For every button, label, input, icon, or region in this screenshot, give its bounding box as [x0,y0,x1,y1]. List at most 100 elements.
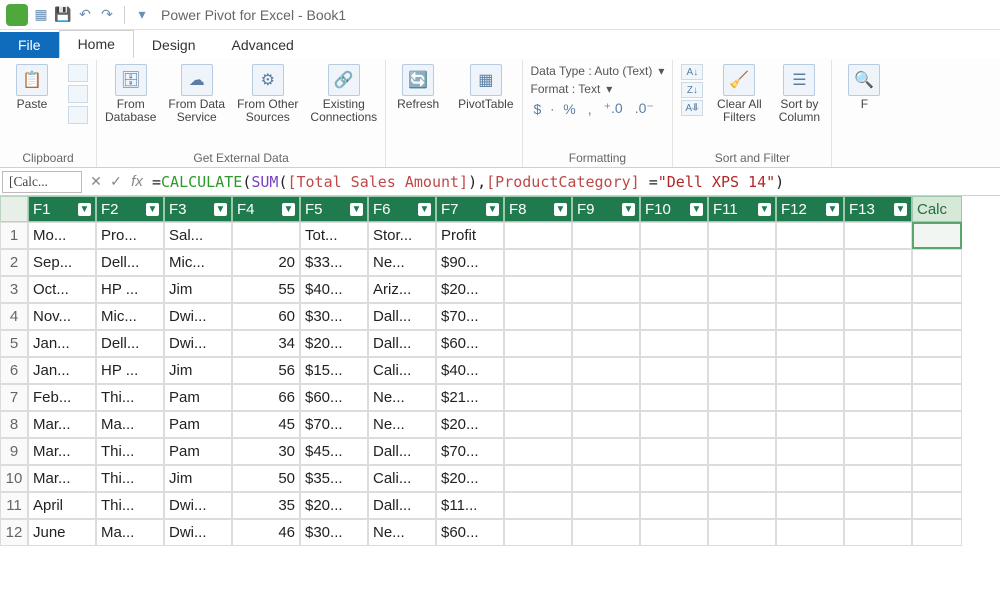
cell[interactable]: Ariz... [368,276,436,303]
cell[interactable] [708,438,776,465]
column-header[interactable]: F6▼ [368,196,436,222]
qat-customize-icon[interactable]: ▾ [133,6,151,24]
cell[interactable]: $11... [436,492,504,519]
cell[interactable] [844,276,912,303]
cell[interactable]: $20... [436,276,504,303]
cell[interactable]: Thi... [96,384,164,411]
cell[interactable] [708,465,776,492]
from-database-button[interactable]: 🗄From Database [105,64,156,124]
cell[interactable] [776,384,844,411]
column-filter-icon[interactable]: ▼ [622,203,635,216]
cell[interactable] [844,222,912,249]
row-header[interactable]: 9 [0,438,28,465]
cell[interactable]: Mar... [28,465,96,492]
cell[interactable]: $33... [300,249,368,276]
cell[interactable] [776,411,844,438]
column-filter-icon[interactable]: ▼ [146,203,159,216]
qat-new-icon[interactable]: ▦ [32,6,50,24]
column-filter-icon[interactable]: ▼ [214,203,227,216]
from-other-sources-button[interactable]: ⚙From Other Sources [237,64,298,124]
calc-cell[interactable] [912,411,962,438]
cell[interactable]: April [28,492,96,519]
format-painter-button[interactable] [68,106,88,124]
column-header[interactable]: F13▼ [844,196,912,222]
cell[interactable] [572,465,640,492]
column-header[interactable]: F1▼ [28,196,96,222]
undo-icon[interactable]: ↶ [76,6,94,24]
column-filter-icon[interactable]: ▼ [282,203,295,216]
save-icon[interactable]: 💾 [54,6,72,24]
row-header[interactable]: 7 [0,384,28,411]
column-header[interactable]: F8▼ [504,196,572,222]
cell[interactable] [708,357,776,384]
cell[interactable] [504,438,572,465]
format-selector[interactable]: Format : Text ▾ [531,82,665,96]
cell[interactable] [504,330,572,357]
row-header[interactable]: 1 [0,222,28,249]
cell[interactable]: 56 [232,357,300,384]
cell[interactable] [640,438,708,465]
cell[interactable]: 20 [232,249,300,276]
column-header[interactable]: F9▼ [572,196,640,222]
cell[interactable] [776,465,844,492]
cell[interactable] [776,249,844,276]
cell[interactable]: Dall... [368,438,436,465]
cell[interactable]: Oct... [28,276,96,303]
cell[interactable]: Ne... [368,411,436,438]
cell[interactable]: June [28,519,96,546]
cell[interactable] [572,411,640,438]
cell[interactable] [776,492,844,519]
cell[interactable] [844,411,912,438]
cell[interactable]: Pro... [96,222,164,249]
from-data-service-button[interactable]: ☁From Data Service [168,64,225,124]
currency-button[interactable]: $ [531,101,545,117]
row-header[interactable]: 8 [0,411,28,438]
column-header[interactable]: F7▼ [436,196,504,222]
column-header[interactable]: F10▼ [640,196,708,222]
cell[interactable]: Feb... [28,384,96,411]
existing-connections-button[interactable]: 🔗Existing Connections [310,64,377,124]
row-header[interactable]: 10 [0,465,28,492]
cell[interactable]: Profit [436,222,504,249]
copy-button[interactable] [68,85,88,103]
cell[interactable]: Thi... [96,438,164,465]
calc-cell[interactable] [912,303,962,330]
calc-cell[interactable] [912,222,962,249]
name-box[interactable] [2,171,82,193]
sort-by-column-button[interactable]: ☰Sort by Column [775,64,823,124]
cell[interactable]: $15... [300,357,368,384]
cell[interactable]: HP ... [96,276,164,303]
cell[interactable] [572,492,640,519]
cell[interactable] [708,519,776,546]
cell[interactable]: Thi... [96,465,164,492]
cell[interactable] [640,357,708,384]
cell[interactable] [640,465,708,492]
fx-icon[interactable]: fx [126,173,148,190]
cell[interactable] [708,303,776,330]
column-filter-icon[interactable]: ▼ [690,203,703,216]
cell[interactable]: $20... [300,492,368,519]
cell[interactable]: Dall... [368,303,436,330]
column-header[interactable]: F11▼ [708,196,776,222]
column-header[interactable]: F3▼ [164,196,232,222]
cell[interactable]: $40... [436,357,504,384]
calc-column-header[interactable]: Calc [912,196,962,222]
cell[interactable] [504,303,572,330]
cell[interactable]: Pam [164,438,232,465]
cell[interactable]: $20... [436,411,504,438]
cell[interactable]: Nov... [28,303,96,330]
cell[interactable] [504,492,572,519]
cell[interactable]: $20... [300,330,368,357]
cell[interactable]: $60... [436,519,504,546]
cell[interactable]: Mar... [28,438,96,465]
cell[interactable]: Mic... [96,303,164,330]
cell[interactable]: Ne... [368,519,436,546]
cell[interactable] [504,249,572,276]
cell[interactable] [504,384,572,411]
cell[interactable]: Dwi... [164,519,232,546]
cell[interactable] [640,249,708,276]
column-filter-icon[interactable]: ▼ [894,203,907,216]
calc-cell[interactable] [912,330,962,357]
column-filter-icon[interactable]: ▼ [554,203,567,216]
row-header[interactable]: 11 [0,492,28,519]
